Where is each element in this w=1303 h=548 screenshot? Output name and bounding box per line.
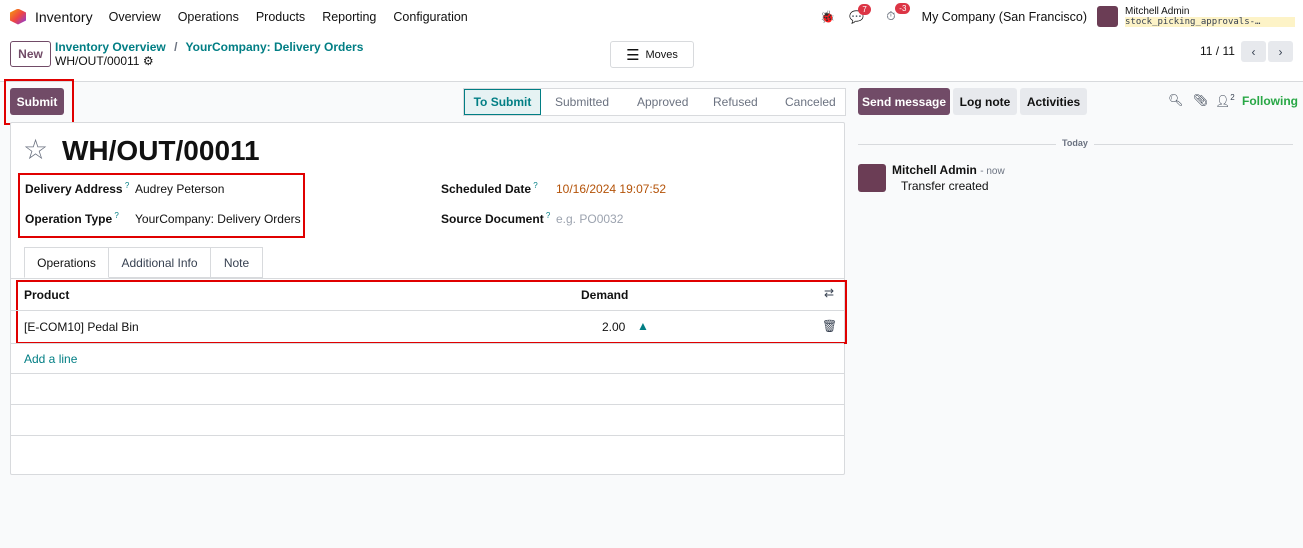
column-product[interactable]: Product (24, 288, 69, 302)
date-separator: Today (1056, 138, 1094, 148)
breadcrumb-inventory-overview[interactable]: Inventory Overview (55, 40, 166, 54)
user-name[interactable]: Mitchell Admin (1125, 6, 1295, 17)
messages-badge: 7 (858, 3, 871, 15)
breadcrumb: Inventory Overview / YourCompany: Delive… (55, 40, 364, 54)
pager-next-button[interactable]: › (1268, 41, 1293, 62)
form-sheet: ☆ WH/OUT/00011 Delivery Address ? Audrey… (10, 122, 847, 475)
send-message-button[interactable]: Send message (858, 88, 950, 115)
scheduled-date-label: Scheduled Date ? (441, 181, 538, 196)
database-name: stock_picking_approvals-… (1125, 17, 1295, 27)
menu-reporting[interactable]: Reporting (322, 10, 376, 24)
hamburger-icon: ☰ (626, 46, 640, 64)
company-switcher[interactable]: My Company (San Francisco) (922, 10, 1087, 24)
operation-type-label: Operation Type ? (25, 211, 119, 226)
tab-operations[interactable]: Operations (24, 247, 109, 278)
trash-icon[interactable]: 🗑︎ (822, 319, 837, 333)
message-avatar (858, 164, 886, 192)
pager-value[interactable]: 11 / 11 (1200, 44, 1235, 58)
app-logo-icon (10, 8, 26, 25)
row-product[interactable]: [E-COM10] Pedal Bin (24, 320, 139, 334)
pager-prev-button[interactable]: ‹ (1241, 41, 1266, 62)
submit-button[interactable]: Submit (10, 88, 64, 115)
row-demand[interactable]: 2.00 (602, 320, 625, 334)
menu-overview[interactable]: Overview (109, 10, 161, 24)
menu-configuration[interactable]: Configuration (393, 10, 467, 24)
moves-button[interactable]: ☰ Moves (610, 41, 694, 68)
forecast-chart-icon[interactable]: ▲ (637, 319, 649, 333)
top-navbar: Inventory Overview Operations Products R… (0, 0, 1303, 33)
status-bar: To Submit Submitted Approved Refused Can… (463, 88, 846, 116)
menu-operations[interactable]: Operations (178, 10, 239, 24)
tab-note[interactable]: Note (211, 247, 263, 278)
stage-canceled[interactable]: Canceled (771, 89, 845, 115)
scheduled-date-field[interactable]: 10/16/2024 19:07:52 (556, 182, 666, 196)
following-button[interactable]: Following (1242, 94, 1298, 108)
log-note-button[interactable]: Log note (953, 88, 1017, 115)
message-time: - now (980, 166, 1005, 177)
app-name[interactable]: Inventory (35, 9, 93, 25)
followers-icon[interactable]: 👤︎2 (1215, 93, 1235, 108)
stage-refused[interactable]: Refused (701, 89, 771, 115)
activities-badge: -3 (895, 3, 911, 14)
new-button[interactable]: New (10, 41, 51, 67)
column-demand[interactable]: Demand (581, 288, 628, 302)
breadcrumb-delivery-orders[interactable]: YourCompany: Delivery Orders (186, 40, 364, 54)
messages-icon[interactable]: 💬 7 (849, 3, 871, 24)
menu-products[interactable]: Products (256, 10, 305, 24)
star-icon[interactable]: ☆ (23, 133, 48, 166)
record-title: WH/OUT/00011 (62, 135, 260, 166)
stage-submitted[interactable]: Submitted (541, 89, 621, 115)
source-document-label: Source Document ? (441, 211, 551, 226)
bug-icon[interactable]: 🐞 (820, 10, 835, 24)
stage-to-submit[interactable]: To Submit (464, 89, 541, 115)
operation-type-field[interactable]: YourCompany: Delivery Orders (135, 212, 301, 226)
activities-button[interactable]: Activities (1020, 88, 1087, 115)
table-row[interactable]: [E-COM10] Pedal Bin 2.00 ▲ 🗑︎ (11, 311, 844, 343)
search-icon[interactable]: 🔍︎ (1168, 93, 1183, 107)
activities-icon[interactable]: ⏱ -3 (886, 3, 911, 24)
message-body: Transfer created (901, 179, 989, 193)
paperclip-icon[interactable]: 📎︎ (1193, 93, 1208, 107)
avatar[interactable] (1097, 6, 1118, 27)
add-line-link[interactable]: Add a line (24, 352, 77, 366)
record-name: WH/OUT/00011 (55, 54, 140, 68)
control-panel: New Inventory Overview / YourCompany: De… (0, 33, 1303, 82)
source-document-input[interactable]: e.g. PO0032 (556, 212, 623, 226)
tab-additional-info[interactable]: Additional Info (109, 247, 211, 278)
message-author: Mitchell Admin (892, 163, 977, 177)
delivery-address-field[interactable]: Audrey Peterson (135, 182, 224, 196)
stage-approved[interactable]: Approved (621, 89, 701, 115)
delivery-address-label: Delivery Address ? (25, 181, 130, 196)
optional-columns-icon[interactable]: ⇄ (824, 286, 834, 300)
gear-icon[interactable]: ⚙ (143, 54, 154, 68)
